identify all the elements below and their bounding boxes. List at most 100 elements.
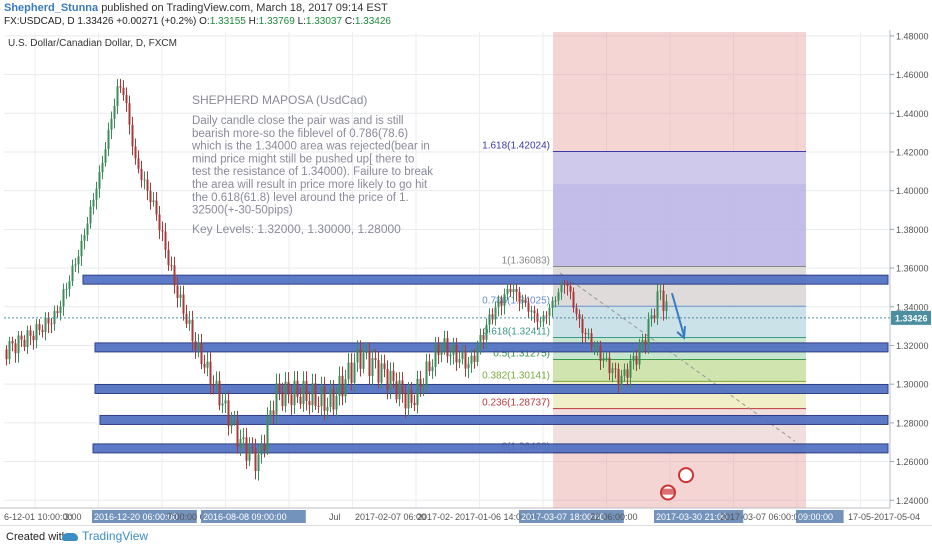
candle-body — [5, 349, 8, 360]
candle-body — [428, 361, 431, 372]
low-value: 1.33037 — [305, 16, 343, 27]
candle-body — [629, 360, 632, 378]
candle-body — [512, 289, 515, 293]
canada-flag-icon[interactable] — [678, 467, 694, 484]
close-value: 1.33426 — [354, 16, 391, 27]
candle-body — [293, 380, 296, 406]
fib-level-label: 0.236(1.28737) — [482, 398, 550, 409]
candle-body — [425, 361, 428, 386]
candle-body — [260, 444, 263, 455]
candle-body — [311, 383, 314, 406]
candle-body — [11, 341, 14, 344]
candle-body — [617, 368, 620, 386]
candle-body — [116, 86, 119, 106]
candle-body — [65, 288, 68, 290]
candle-body — [659, 290, 662, 292]
price-chart[interactable]: 1.618(1.42024)1(1.36083)0.786(1.34025)0.… — [0, 30, 932, 525]
publish-line: Shepherd_Stunna published on TradingView… — [4, 2, 388, 14]
candle-body — [515, 289, 518, 293]
candle-body — [152, 200, 155, 203]
candle-body — [305, 380, 308, 401]
candle-body — [371, 358, 374, 376]
candle-body — [275, 383, 278, 415]
price-tick-label: 1.24000 — [896, 496, 929, 506]
candle-body — [491, 314, 494, 320]
candle-body — [488, 314, 491, 325]
price-tick-label: 1.38000 — [896, 225, 929, 235]
time-tick-label: 09:00:00 — [798, 512, 833, 522]
annotation-line: test the resistance of 1.34000). Failure… — [192, 166, 433, 178]
candle-body — [227, 400, 230, 427]
candle-body — [431, 366, 434, 372]
candle-body — [443, 338, 446, 351]
candle-body — [254, 448, 257, 472]
candle-body — [662, 290, 665, 311]
candle-body — [35, 324, 38, 341]
candle-body — [413, 402, 416, 406]
candle-body — [296, 380, 299, 397]
sr-zone[interactable] — [94, 342, 889, 353]
candle-body — [410, 390, 413, 403]
candle-body — [563, 284, 566, 286]
time-tick-label: 2016-12-20 06:00:00 — [94, 512, 178, 522]
candle-body — [422, 385, 425, 388]
flag-stripe — [662, 488, 674, 495]
candle-body — [56, 311, 59, 314]
time-tick-label: 6-12-01 10:00:00 — [4, 512, 73, 522]
candle-body — [614, 368, 617, 370]
candle-body — [119, 86, 122, 88]
candle-body — [242, 437, 245, 440]
time-tick-label: 7:00:00 C — [167, 512, 207, 522]
candle-body — [14, 343, 17, 354]
candle-body — [572, 291, 575, 308]
tradingview-logo[interactable]: TradingView — [62, 529, 148, 543]
candle-body — [527, 302, 530, 312]
price-tick-label: 1.40000 — [896, 186, 929, 196]
fib-level-label: 0.618(1.32411) — [483, 327, 550, 338]
candle-body — [560, 284, 563, 293]
price-tick-label: 1.26000 — [896, 457, 929, 467]
candle-body — [17, 335, 20, 354]
brand-label: TradingView — [82, 529, 149, 543]
price-tick-label: 1.28000 — [896, 418, 929, 428]
sr-zone[interactable] — [99, 414, 889, 425]
candle-body — [257, 454, 260, 472]
candle-body — [134, 146, 137, 159]
candle-body — [458, 359, 461, 363]
candle-body — [593, 346, 596, 348]
author-name[interactable]: Shepherd_Stunna — [4, 2, 98, 14]
candle-body — [239, 439, 242, 447]
close-label: C: — [344, 16, 355, 27]
candle-body — [113, 105, 116, 119]
candle-body — [644, 340, 647, 345]
candle-body — [485, 324, 488, 340]
annotation-line: bearish more-so the fiblevel of 0.786(78… — [192, 128, 408, 140]
candle-body — [500, 301, 503, 306]
candle-body — [464, 351, 467, 369]
candle-body — [344, 379, 347, 397]
candle-body — [656, 291, 659, 319]
candle-body — [173, 265, 176, 286]
time-tick-label: 17-05- — [848, 512, 874, 522]
candle-body — [359, 349, 362, 369]
candle-body — [407, 390, 410, 409]
candle-body — [68, 281, 71, 289]
candle-body — [389, 370, 392, 390]
footer: Created with TradingView — [0, 525, 932, 551]
candle-body — [320, 386, 323, 407]
sr-zone[interactable] — [82, 274, 889, 285]
fib-level-label: 0.382(1.30141) — [482, 370, 550, 381]
candle-body — [341, 375, 344, 397]
candle-body — [221, 403, 224, 406]
price-tick-label: 1.32000 — [896, 341, 929, 351]
candle-body — [209, 361, 212, 385]
candle-body — [83, 235, 86, 241]
candle-body — [599, 345, 602, 361]
high-label: H: — [248, 16, 259, 27]
candle-body — [641, 340, 644, 346]
candle-body — [353, 362, 356, 383]
sr-zone[interactable] — [92, 443, 889, 454]
candle-body — [233, 420, 236, 422]
candle-body — [470, 355, 473, 364]
candle-body — [185, 313, 188, 324]
